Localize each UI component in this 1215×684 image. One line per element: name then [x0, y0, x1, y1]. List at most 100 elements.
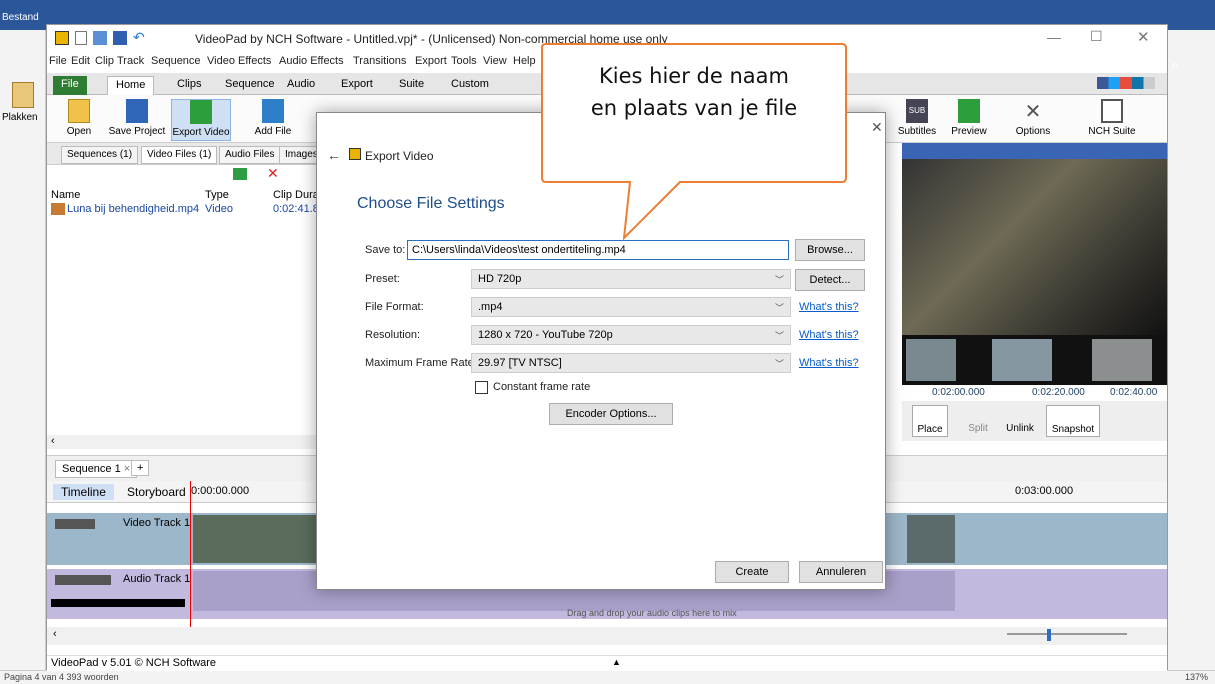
- open-icon[interactable]: [93, 31, 107, 45]
- table-row[interactable]: Luna bij behendigheid.mp4 Video 0:02:41.…: [51, 203, 331, 217]
- place-button[interactable]: Place: [912, 405, 948, 437]
- snapshot-button[interactable]: Snapshot: [1046, 405, 1100, 437]
- thumb[interactable]: [992, 339, 1052, 381]
- encoder-options-button[interactable]: Encoder Options...: [549, 403, 673, 425]
- time-end: 0:03:00.000: [1015, 485, 1074, 497]
- dialog-title: Export Video: [365, 149, 434, 163]
- preset-select[interactable]: HD 720p ﹀: [471, 269, 791, 289]
- playhead[interactable]: [190, 481, 191, 633]
- tab-audio-files[interactable]: Audio Files: [219, 146, 281, 164]
- zoom-slider[interactable]: [1007, 633, 1127, 635]
- tab-sequence-1[interactable]: Sequence 1 ×: [55, 460, 138, 478]
- video-clip[interactable]: [907, 515, 955, 563]
- tab-custom[interactable]: Custom: [443, 76, 497, 95]
- menu-audio-effects[interactable]: Audio Effects: [279, 55, 344, 67]
- close-icon[interactable]: ✕: [1137, 28, 1150, 46]
- volume-meter: [51, 599, 185, 607]
- callout-line-1: Kies hier de naam: [599, 64, 789, 88]
- word-zoom[interactable]: 137%: [1185, 672, 1208, 682]
- expand-up-icon[interactable]: ▲: [612, 657, 621, 667]
- word-bestand-tab[interactable]: Bestand: [2, 12, 46, 28]
- new-icon[interactable]: [75, 31, 87, 45]
- paste-icon[interactable]: [12, 82, 34, 108]
- detect-button[interactable]: Detect...: [795, 269, 865, 291]
- preview-icon: [958, 99, 980, 123]
- add-sequence-icon[interactable]: +: [131, 460, 150, 476]
- track-controls-icon[interactable]: [55, 519, 95, 529]
- options-button[interactable]: ✕ Options: [1003, 99, 1063, 137]
- tab-storyboard[interactable]: Storyboard: [127, 485, 186, 499]
- menu-file[interactable]: File: [49, 55, 67, 67]
- browse-button[interactable]: Browse...: [795, 239, 865, 261]
- timeline-scrollbar[interactable]: ‹: [47, 627, 1167, 645]
- open-label: Open: [66, 126, 92, 137]
- bin-add-icon[interactable]: [233, 168, 247, 180]
- nch-suite-button[interactable]: NCH Suite: [1077, 99, 1147, 137]
- tab-sequences[interactable]: Sequences (1): [61, 146, 139, 164]
- save-project-button[interactable]: Save Project: [107, 99, 167, 137]
- cancel-button[interactable]: Annuleren: [799, 561, 883, 583]
- export-video-icon: [349, 148, 361, 160]
- social-icons[interactable]: [1097, 77, 1155, 89]
- tab-clips[interactable]: Clips: [169, 76, 209, 95]
- tab-video-files[interactable]: Video Files (1): [141, 146, 218, 164]
- tab-export[interactable]: Export: [333, 76, 381, 95]
- dialog-close-icon[interactable]: ✕: [871, 119, 883, 136]
- create-button[interactable]: Create: [715, 561, 789, 583]
- resolution-select[interactable]: 1280 x 720 - YouTube 720p ﹀: [471, 325, 791, 345]
- column-type[interactable]: Type: [205, 189, 229, 201]
- file-duration: 0:02:41.8: [273, 203, 319, 215]
- menu-edit[interactable]: Edit: [71, 55, 90, 67]
- preview-header: [902, 143, 1167, 159]
- frame-rate-select[interactable]: 29.97 [TV NTSC] ﹀: [471, 353, 791, 373]
- preview-button[interactable]: Preview: [939, 99, 999, 137]
- word-paste-label[interactable]: Plakken: [2, 112, 38, 123]
- tab-suite[interactable]: Suite: [391, 76, 432, 95]
- whats-this-framerate-link[interactable]: What's this?: [799, 357, 859, 369]
- tab-sequence[interactable]: Sequence: [217, 76, 283, 95]
- open-button[interactable]: Open: [49, 99, 109, 137]
- whats-this-format-link[interactable]: What's this?: [799, 301, 859, 313]
- menu-clip[interactable]: Clip: [95, 55, 114, 67]
- column-name[interactable]: Name: [51, 189, 80, 201]
- menu-tools[interactable]: Tools: [451, 55, 477, 67]
- tab-home[interactable]: Home: [107, 76, 155, 95]
- split-button[interactable]: Split: [960, 405, 996, 437]
- menu-sequence[interactable]: Sequence: [151, 55, 201, 67]
- menu-track[interactable]: Track: [117, 55, 144, 67]
- close-tab-icon[interactable]: ×: [124, 463, 130, 475]
- add-file-button[interactable]: Add File: [243, 99, 303, 137]
- minimize-icon[interactable]: —: [1047, 29, 1061, 45]
- tab-file[interactable]: File: [53, 76, 87, 95]
- unlink-button[interactable]: Unlink: [998, 405, 1042, 437]
- thumb[interactable]: [906, 339, 956, 381]
- resolution-value: 1280 x 720 - YouTube 720p: [478, 329, 613, 341]
- audio-controls-icon[interactable]: [55, 575, 111, 585]
- undo-icon[interactable]: ↶: [133, 29, 145, 46]
- constant-frame-rate-checkbox[interactable]: [475, 381, 488, 394]
- subtitles-button[interactable]: SUB Subtitles: [887, 99, 947, 137]
- chevron-down-icon: ﹀: [774, 303, 784, 313]
- maximize-icon[interactable]: ☐: [1090, 28, 1103, 45]
- menu-transitions[interactable]: Transitions: [353, 55, 406, 67]
- scroll-left-icon[interactable]: ‹: [53, 628, 57, 640]
- thumb[interactable]: [1092, 339, 1152, 381]
- tab-timeline[interactable]: Timeline: [53, 484, 114, 500]
- menu-video-effects[interactable]: Video Effects: [207, 55, 271, 67]
- tab-audio[interactable]: Audio: [279, 76, 323, 95]
- chevron-down-icon: ﹀: [774, 359, 784, 369]
- whats-this-resolution-link[interactable]: What's this?: [799, 329, 859, 341]
- back-arrow-icon[interactable]: ←: [327, 147, 341, 163]
- horizontal-scrollbar[interactable]: ‹: [47, 435, 337, 449]
- video-clip[interactable]: [193, 515, 323, 563]
- export-video-button[interactable]: Export Video: [171, 99, 231, 141]
- menu-help[interactable]: Help: [513, 55, 536, 67]
- menu-view[interactable]: View: [483, 55, 507, 67]
- delete-icon[interactable]: ✕: [267, 165, 279, 182]
- zoom-thumb[interactable]: [1047, 629, 1051, 641]
- file-format-select[interactable]: .mp4 ﹀: [471, 297, 791, 317]
- preview-label: Preview: [951, 126, 987, 137]
- save-icon[interactable]: [113, 31, 127, 45]
- menu-export[interactable]: Export: [415, 55, 447, 67]
- save-to-input[interactable]: C:\Users\linda\Videos\test ondertiteling…: [407, 240, 789, 260]
